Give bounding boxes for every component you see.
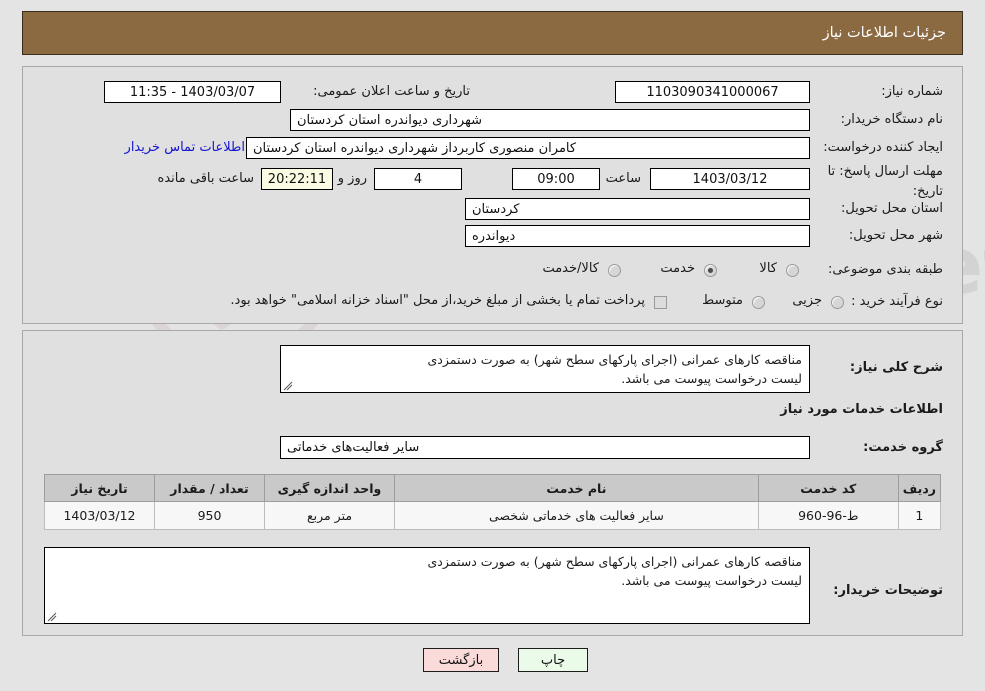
remaining-label: ساعت باقی مانده bbox=[157, 171, 254, 186]
table-header-service-code: کد خدمت bbox=[757, 474, 899, 502]
radio-category-khedmat-label: خدمت bbox=[660, 261, 695, 276]
public-announce-value: 1403/03/07 - 11:35 bbox=[104, 81, 281, 103]
cell-service-name: سایر فعالیت های خدماتی شخصی bbox=[394, 501, 759, 530]
category-label: طبقه بندی موضوعی: bbox=[827, 262, 943, 277]
radio-process-motavaset[interactable] bbox=[752, 296, 765, 309]
table-header-need-date: تاریخ نیاز bbox=[44, 474, 155, 502]
table-header-row: ردیف کد خدمت نام خدمت واحد اندازه گیری ت… bbox=[44, 474, 942, 502]
buyer-contact-link[interactable]: اطلاعات تماس خریدار bbox=[125, 140, 245, 155]
radio-process-jozei[interactable] bbox=[831, 296, 844, 309]
table-header-service-name: نام خدمت bbox=[394, 474, 759, 502]
general-description-textarea[interactable]: مناقصه کارهای عمرانی (اجرای پارکهای سطح … bbox=[280, 345, 810, 393]
print-button[interactable]: چاپ bbox=[518, 648, 588, 672]
public-announce-label: تاریخ و ساعت اعلان عمومی: bbox=[313, 84, 470, 99]
table-header-quantity: تعداد / مقدار bbox=[154, 474, 265, 502]
deadline-date-value: 1403/03/12 bbox=[650, 168, 810, 190]
process-label: نوع فرآیند خرید : bbox=[851, 294, 943, 309]
buyer-notes-textarea[interactable]: مناقصه کارهای عمرانی (اجرای پارکهای سطح … bbox=[44, 547, 810, 624]
resize-grip-icon[interactable] bbox=[47, 612, 57, 622]
general-description-line-2: لیست درخواست پیوست می باشد. bbox=[621, 371, 802, 386]
province-value: کردستان bbox=[465, 198, 810, 220]
days-value: 4 bbox=[374, 168, 462, 190]
need-info-panel bbox=[22, 66, 963, 324]
services-heading: اطلاعات خدمات مورد نیاز bbox=[780, 402, 943, 417]
province-label: استان محل تحویل: bbox=[841, 201, 943, 216]
table-header-row-index: ردیف bbox=[897, 474, 942, 502]
table-row[interactable]: 1 ط-96-960 سایر فعالیت های خدماتی شخصی م… bbox=[44, 501, 942, 530]
general-description-line-1: مناقصه کارهای عمرانی (اجرای پارکهای سطح … bbox=[427, 352, 803, 367]
cell-quantity: 950 bbox=[154, 501, 265, 530]
buyer-org-value: شهرداری دیواندره استان کردستان bbox=[290, 109, 810, 131]
city-label: شهر محل تحویل: bbox=[848, 228, 943, 243]
deadline-label-line1: مهلت ارسال پاسخ: تا bbox=[827, 164, 943, 179]
requester-value: کامران منصوری کاربرداز شهرداری دیواندره … bbox=[246, 137, 810, 159]
city-value: دیواندره bbox=[465, 225, 810, 247]
cell-service-code: ط-96-960 bbox=[757, 501, 899, 530]
buyer-org-label: نام دستگاه خریدار: bbox=[840, 112, 943, 127]
need-number-value: 1103090341000067 bbox=[615, 81, 810, 103]
general-description-label: شرح کلی نیاز: bbox=[849, 360, 943, 375]
need-number-label: شماره نیاز: bbox=[881, 84, 943, 99]
page-root: جزئیات اطلاعات نیاز شماره نیاز: 11030903… bbox=[0, 0, 985, 691]
radio-category-kala-khedmat-label: کالا/خدمت bbox=[542, 261, 599, 276]
cell-unit: متر مربع bbox=[264, 501, 395, 530]
services-table: ردیف کد خدمت نام خدمت واحد اندازه گیری ت… bbox=[44, 474, 942, 530]
radio-category-kala-khedmat[interactable] bbox=[608, 264, 621, 277]
resize-grip-icon[interactable] bbox=[283, 381, 293, 391]
treasury-docs-checkbox[interactable] bbox=[654, 296, 667, 309]
hour-label: ساعت bbox=[605, 171, 641, 186]
countdown-value: 20:22:11 bbox=[261, 168, 333, 190]
radio-process-motavaset-label: متوسط bbox=[702, 293, 743, 308]
buyer-notes-label: توضیحات خریدار: bbox=[833, 583, 943, 598]
cell-row-index: 1 bbox=[897, 501, 942, 530]
radio-category-kala[interactable] bbox=[786, 264, 799, 277]
requester-label: ایجاد کننده درخواست: bbox=[823, 140, 943, 155]
deadline-label-line2: تاریخ: bbox=[912, 184, 943, 199]
service-group-label: گروه خدمت: bbox=[863, 440, 943, 455]
treasury-docs-label: پرداخت تمام یا بخشی از مبلغ خرید،از محل … bbox=[230, 293, 645, 308]
radio-category-khedmat[interactable] bbox=[704, 264, 717, 277]
table-header-unit: واحد اندازه گیری bbox=[264, 474, 395, 502]
buyer-notes-line-1: مناقصه کارهای عمرانی (اجرای پارکهای سطح … bbox=[427, 554, 803, 569]
buyer-notes-line-2: لیست درخواست پیوست می باشد. bbox=[621, 573, 802, 588]
service-group-value: سایر فعالیت‌های خدماتی bbox=[280, 436, 810, 459]
back-button[interactable]: بازگشت bbox=[423, 648, 499, 672]
page-title: جزئیات اطلاعات نیاز bbox=[822, 25, 946, 41]
radio-category-kala-label: کالا bbox=[759, 261, 777, 276]
hour-value: 09:00 bbox=[512, 168, 600, 190]
radio-process-jozei-label: جزیی bbox=[792, 293, 822, 308]
cell-need-date: 1403/03/12 bbox=[44, 501, 155, 530]
page-header: جزئیات اطلاعات نیاز bbox=[22, 11, 963, 55]
days-and-label: روز و bbox=[337, 171, 367, 186]
